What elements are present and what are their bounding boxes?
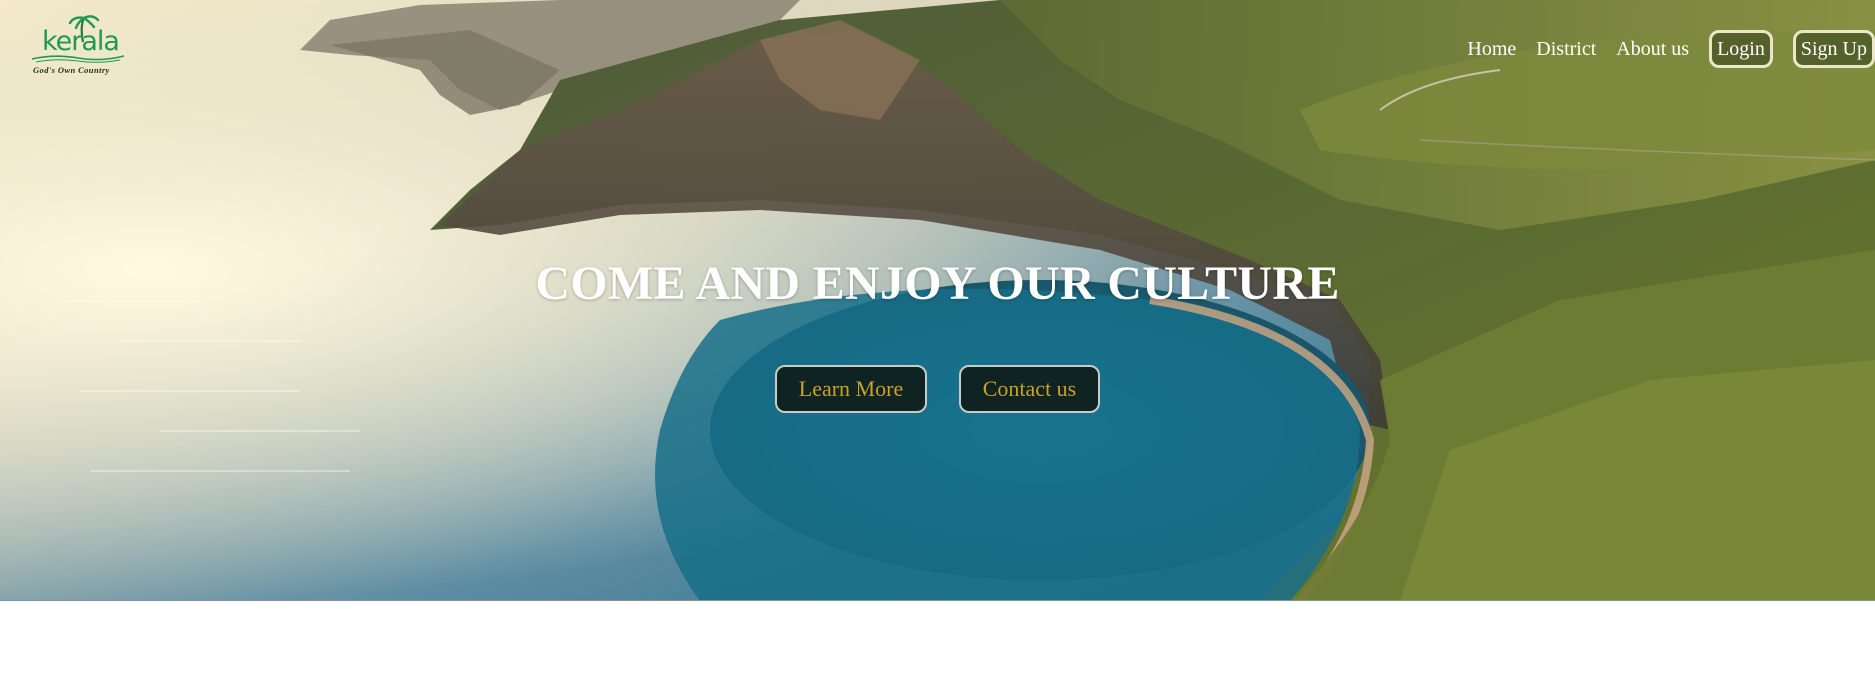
nav-about-link[interactable]: About us: [1616, 29, 1689, 69]
kerala-logo[interactable]: kerala God's Own Country: [28, 14, 126, 78]
learn-more-button[interactable]: Learn More: [775, 365, 927, 413]
hero-cta-group: Learn More Contact us: [0, 365, 1875, 413]
main-nav: Home District About us Login Sign Up: [1467, 29, 1875, 69]
page-body-blank: [0, 601, 1875, 694]
login-button[interactable]: Login: [1709, 30, 1773, 68]
contact-us-button[interactable]: Contact us: [959, 365, 1100, 413]
hero-section: kerala God's Own Country Home District A…: [0, 0, 1875, 601]
logo-tagline: God's Own Country: [33, 65, 110, 75]
nav-district-link[interactable]: District: [1536, 29, 1596, 69]
nav-home-link[interactable]: Home: [1467, 29, 1516, 69]
hero-headline: COME AND ENJOY OUR CULTURE: [535, 257, 1340, 310]
signup-button[interactable]: Sign Up: [1792, 30, 1875, 68]
logo-wordmark: kerala: [42, 26, 120, 57]
